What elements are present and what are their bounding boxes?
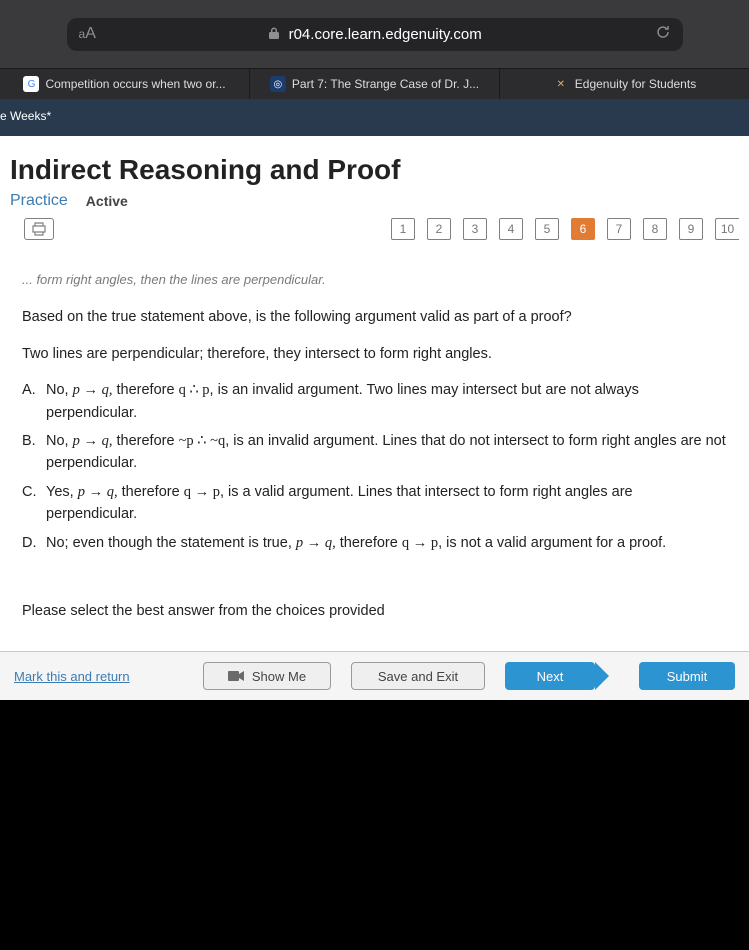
print-button[interactable]: [24, 218, 54, 240]
tab-part7[interactable]: ◎ Part 7: The Strange Case of Dr. J...: [250, 69, 500, 99]
choice-letter: A.: [22, 379, 46, 424]
choice-b[interactable]: B. No, p → q, therefore ~p ∴ ~q, is an i…: [22, 430, 727, 475]
choice-body: Yes, p → q, therefore q → p, is a valid …: [46, 481, 727, 526]
choice-letter: B.: [22, 430, 46, 475]
address-bar[interactable]: aA r04.core.learn.edgenuity.com: [67, 18, 683, 51]
choice-a[interactable]: A. No, p → q, therefore q ∴ p, is an inv…: [22, 379, 727, 424]
next-button[interactable]: Next: [505, 662, 595, 690]
favicon-google-icon: G: [23, 76, 39, 92]
tab-label: Competition occurs when two or...: [45, 77, 225, 91]
active-label: Active: [86, 193, 128, 209]
pager-6[interactable]: 6: [571, 218, 595, 240]
tab-edgenuity[interactable]: ✕ Edgenuity for Students: [500, 69, 749, 99]
pager-3[interactable]: 3: [463, 218, 487, 240]
browser-chrome: aA r04.core.learn.edgenuity.com: [0, 0, 749, 68]
show-me-label: Show Me: [252, 669, 306, 684]
tab-label: Edgenuity for Students: [575, 77, 696, 91]
pager-7[interactable]: 7: [607, 218, 631, 240]
choice-c[interactable]: C. Yes, p → q, therefore q → p, is a val…: [22, 481, 727, 526]
question-content: ... form right angles, then the lines ar…: [0, 256, 749, 651]
pager-2[interactable]: 2: [427, 218, 451, 240]
tab-competition[interactable]: G Competition occurs when two or...: [0, 69, 250, 99]
choice-d[interactable]: D. No; even though the statement is true…: [22, 532, 727, 554]
pager-8[interactable]: 8: [643, 218, 667, 240]
favicon-commonlit-icon: ◎: [270, 76, 286, 92]
answer-choices: A. No, p → q, therefore q ∴ p, is an inv…: [22, 379, 727, 554]
argument-line: Two lines are perpendicular; therefore, …: [22, 343, 727, 365]
pager-10[interactable]: 10: [715, 218, 739, 240]
printer-icon: [31, 222, 47, 236]
pager-4[interactable]: 4: [499, 218, 523, 240]
submit-button[interactable]: Submit: [639, 662, 735, 690]
font-size-control[interactable]: aA: [79, 25, 96, 43]
unit-header: Indirect Reasoning and Proof Practice Ac…: [0, 136, 749, 256]
choice-letter: D.: [22, 532, 46, 554]
pager-1[interactable]: 1: [391, 218, 415, 240]
practice-label: Practice: [10, 192, 68, 210]
choice-body: No, p → q, therefore q ∴ p, is an invali…: [46, 379, 727, 424]
pager-9[interactable]: 9: [679, 218, 703, 240]
reload-icon[interactable]: [655, 24, 671, 45]
lock-icon: [269, 27, 279, 42]
choice-body: No, p → q, therefore ~p ∴ ~q, is an inva…: [46, 430, 727, 475]
empty-space: [0, 700, 749, 950]
show-me-button[interactable]: Show Me: [203, 662, 331, 690]
instruction-line: Please select the best answer from the c…: [22, 600, 727, 622]
url-text: r04.core.learn.edgenuity.com: [289, 26, 482, 43]
unit-title: Indirect Reasoning and Proof: [10, 154, 739, 186]
favicon-edgenuity-icon: ✕: [553, 76, 569, 92]
choice-letter: C.: [22, 481, 46, 526]
given-fragment: ... form right angles, then the lines ar…: [22, 270, 727, 290]
mark-return-link[interactable]: Mark this and return: [14, 669, 130, 684]
video-icon: [228, 670, 244, 682]
save-exit-button[interactable]: Save and Exit: [351, 662, 485, 690]
question-stem: Based on the true statement above, is th…: [22, 306, 727, 328]
course-strip: e Weeks*: [0, 99, 749, 136]
action-bar: Mark this and return Show Me Save and Ex…: [0, 651, 749, 700]
tab-label: Part 7: The Strange Case of Dr. J...: [292, 77, 479, 91]
weeks-label: e Weeks*: [0, 99, 749, 123]
pager-5[interactable]: 5: [535, 218, 559, 240]
choice-body: No; even though the statement is true, p…: [46, 532, 727, 554]
question-pager: 1 2 3 4 5 6 7 8 9 10: [391, 218, 739, 240]
tab-bar: G Competition occurs when two or... ◎ Pa…: [0, 68, 749, 99]
